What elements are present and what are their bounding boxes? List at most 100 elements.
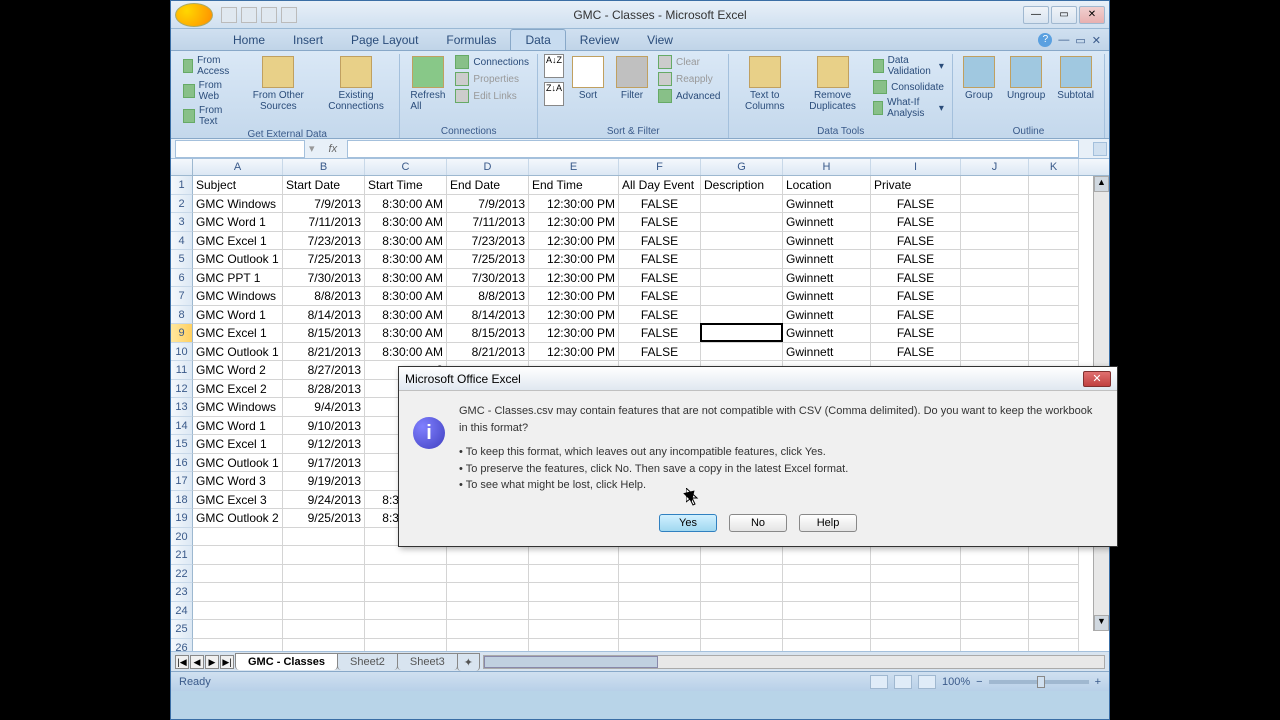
cell[interactable]: [961, 565, 1029, 584]
cell[interactable]: 8/8/2013: [447, 287, 529, 306]
cell[interactable]: GMC Outlook 2: [193, 509, 283, 528]
cell[interactable]: [783, 546, 871, 565]
row-header[interactable]: 11: [171, 361, 193, 380]
column-header[interactable]: A: [193, 159, 283, 175]
cell[interactable]: [701, 565, 783, 584]
consolidate-button[interactable]: Consolidate: [871, 79, 946, 95]
cell[interactable]: 9/4/2013: [283, 398, 365, 417]
row-header[interactable]: 16: [171, 454, 193, 473]
tab-data[interactable]: Data: [510, 29, 565, 50]
cell[interactable]: GMC Word 1: [193, 213, 283, 232]
cell[interactable]: [871, 620, 961, 639]
cell[interactable]: [1029, 565, 1079, 584]
dialog-titlebar[interactable]: Microsoft Office Excel ✕: [399, 367, 1117, 391]
cell[interactable]: [447, 639, 529, 652]
cell[interactable]: [193, 639, 283, 652]
cell[interactable]: [961, 546, 1029, 565]
cell[interactable]: [447, 583, 529, 602]
row-header[interactable]: 15: [171, 435, 193, 454]
column-header[interactable]: H: [783, 159, 871, 175]
cell[interactable]: [529, 639, 619, 652]
filter-button[interactable]: Filter: [612, 54, 652, 103]
cell[interactable]: [961, 176, 1029, 195]
cell[interactable]: 8/14/2013: [447, 306, 529, 325]
cell[interactable]: 7/30/2013: [447, 269, 529, 288]
cell[interactable]: [447, 546, 529, 565]
cell[interactable]: GMC Word 3: [193, 472, 283, 491]
sheet-tab[interactable]: Sheet3: [397, 653, 458, 670]
cell[interactable]: [1029, 287, 1079, 306]
cell[interactable]: GMC Outlook 1: [193, 454, 283, 473]
cell[interactable]: [961, 620, 1029, 639]
cell[interactable]: 7/25/2013: [283, 250, 365, 269]
cell[interactable]: Gwinnett: [783, 232, 871, 251]
cell[interactable]: FALSE: [871, 343, 961, 362]
first-sheet-icon[interactable]: |◀: [175, 655, 189, 669]
cell[interactable]: GMC Outlook 1: [193, 250, 283, 269]
cell[interactable]: [1029, 620, 1079, 639]
cell[interactable]: [529, 620, 619, 639]
row-header[interactable]: 22: [171, 565, 193, 584]
cell[interactable]: [193, 620, 283, 639]
cell[interactable]: [365, 565, 447, 584]
row-header[interactable]: 6: [171, 269, 193, 288]
cell[interactable]: [961, 343, 1029, 362]
row-header[interactable]: 17: [171, 472, 193, 491]
cell[interactable]: 7/23/2013: [283, 232, 365, 251]
cell[interactable]: [701, 287, 783, 306]
cell[interactable]: [1029, 213, 1079, 232]
page-break-view-button[interactable]: [918, 675, 936, 689]
print-icon[interactable]: [281, 7, 297, 23]
row-header[interactable]: 1: [171, 176, 193, 195]
cell[interactable]: GMC Excel 1: [193, 324, 283, 343]
cell[interactable]: 12:30:00 PM: [529, 232, 619, 251]
cell[interactable]: 8/15/2013: [447, 324, 529, 343]
row-header[interactable]: 5: [171, 250, 193, 269]
row-header[interactable]: 8: [171, 306, 193, 325]
cell[interactable]: End Time: [529, 176, 619, 195]
text-to-columns-button[interactable]: Text to Columns: [735, 54, 794, 114]
cell[interactable]: FALSE: [619, 343, 701, 362]
cell[interactable]: [1029, 176, 1079, 195]
cell[interactable]: [701, 306, 783, 325]
cell[interactable]: 12:30:00 PM: [529, 306, 619, 325]
zoom-level[interactable]: 100%: [942, 676, 970, 688]
cell[interactable]: Gwinnett: [783, 213, 871, 232]
help-button[interactable]: Help: [799, 514, 857, 532]
cell[interactable]: [447, 602, 529, 621]
cell[interactable]: [365, 546, 447, 565]
cell[interactable]: FALSE: [871, 287, 961, 306]
advanced-button[interactable]: Advanced: [656, 88, 722, 104]
cell[interactable]: 12:30:00 PM: [529, 324, 619, 343]
cell[interactable]: 8:30:00 AM: [365, 287, 447, 306]
cell[interactable]: 8/21/2013: [283, 343, 365, 362]
cell[interactable]: [1029, 546, 1079, 565]
cell[interactable]: [193, 583, 283, 602]
sort-button[interactable]: Sort: [568, 54, 608, 103]
cell[interactable]: 7/23/2013: [447, 232, 529, 251]
cell[interactable]: 8/27/2013: [283, 361, 365, 380]
mdi-restore-icon[interactable]: ▭: [1075, 34, 1085, 47]
cell[interactable]: [783, 583, 871, 602]
cell[interactable]: GMC Windows: [193, 398, 283, 417]
cell[interactable]: [961, 324, 1029, 343]
cell[interactable]: [365, 620, 447, 639]
cell[interactable]: 8:30:00 AM: [365, 269, 447, 288]
from-text-button[interactable]: From Text: [181, 104, 238, 128]
close-button[interactable]: ✕: [1079, 6, 1105, 24]
cell[interactable]: [701, 213, 783, 232]
cell[interactable]: [783, 565, 871, 584]
cell[interactable]: 8/15/2013: [283, 324, 365, 343]
cell[interactable]: 12:30:00 PM: [529, 343, 619, 362]
cell[interactable]: 8/28/2013: [283, 380, 365, 399]
from-other-sources-button[interactable]: From Other Sources: [242, 54, 315, 114]
existing-connections-button[interactable]: Existing Connections: [319, 54, 394, 114]
row-header[interactable]: 3: [171, 213, 193, 232]
cell[interactable]: [1029, 602, 1079, 621]
cell[interactable]: FALSE: [871, 195, 961, 214]
row-header[interactable]: 7: [171, 287, 193, 306]
cell[interactable]: 9/19/2013: [283, 472, 365, 491]
cell[interactable]: 8/8/2013: [283, 287, 365, 306]
cell[interactable]: Subject: [193, 176, 283, 195]
mdi-minimize-icon[interactable]: —: [1058, 34, 1069, 46]
